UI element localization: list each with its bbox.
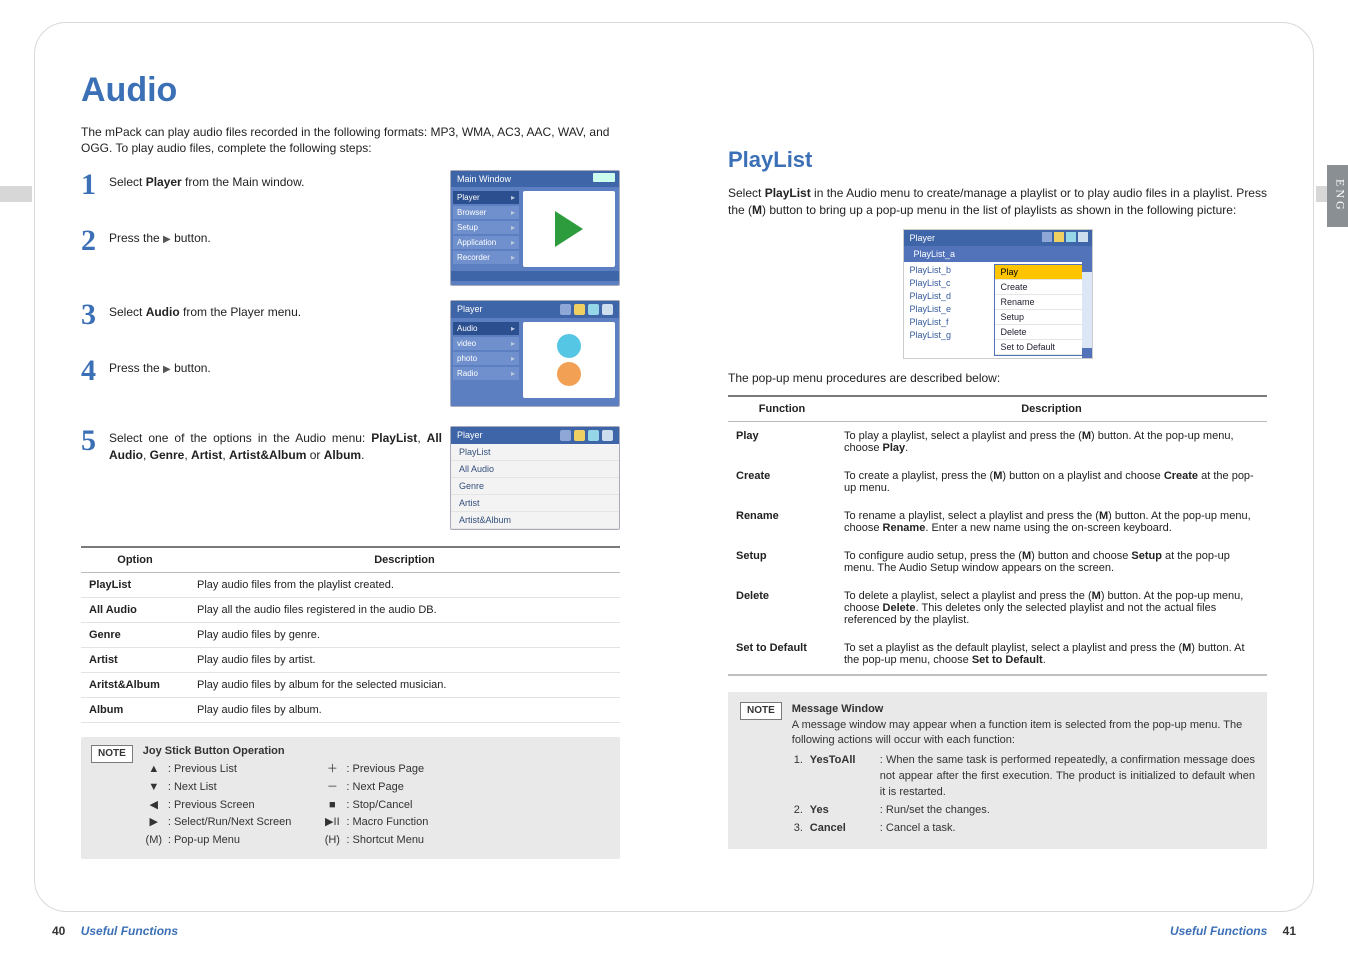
battery-icon [593, 173, 615, 182]
player-icon [523, 191, 615, 267]
col-description: Description [189, 547, 620, 573]
message-window-note: NOTE Message Window A message window may… [728, 692, 1267, 850]
msg-heading: Message Window [792, 702, 1255, 718]
note-tag: NOTE [91, 745, 133, 763]
step-5: 5 Select one of the options in the Audio… [81, 426, 450, 478]
step-number: 4 [81, 356, 107, 386]
options-table: Option Description PlayListPlay audio fi… [81, 546, 620, 723]
col-option: Option [81, 547, 189, 573]
section-name: Useful Functions [81, 924, 178, 938]
mini-title: Player [910, 233, 936, 243]
table-row: PlayListPlay audio files from the playli… [81, 573, 620, 598]
joystick-left-column: ▲ : Previous List▼ : Next List◀ : Previo… [143, 761, 292, 849]
scrollbar [1082, 262, 1092, 358]
step-2: 2 Press the ▶ button. [81, 226, 450, 278]
function-table: Function Description PlayTo play a playl… [728, 395, 1267, 676]
joystick-note: NOTE Joy Stick Button Operation ▲ : Prev… [81, 737, 620, 859]
joystick-right-column: ＋ : Previous Page－ : Next Page■ : Stop/C… [321, 761, 428, 849]
audio-icon [523, 322, 615, 398]
section-name: Useful Functions [1170, 924, 1267, 938]
step-text: Select Audio from the Player menu. [107, 300, 450, 321]
table-row: Aritst&AlbumPlay audio files by album fo… [81, 673, 620, 698]
main-window-screenshot: Main Window Player▸ Browser▸ Setup▸ Appl… [450, 170, 620, 286]
table-row: ArtistPlay audio files by artist. [81, 648, 620, 673]
player-menu-screenshot: Player Audio▸ video▸ photo▸ Radio▸ [450, 300, 620, 407]
step-number: 1 [81, 170, 107, 200]
left-page: Audio The mPack can play audio files rec… [35, 23, 674, 911]
menu-list: Player▸ Browser▸ Setup▸ Application▸ Rec… [451, 187, 519, 271]
binding-stripe-left [0, 186, 32, 202]
context-popup: PlayCreateRenameSetupDeleteSet to Defaul… [994, 264, 1084, 356]
step-text: Press the ▶ button. [107, 226, 450, 247]
language-tab: ENG [1327, 165, 1348, 227]
step-text: Press the ▶ button. [107, 356, 450, 377]
playlist-intro: Select PlayList in the Audio menu to cre… [728, 185, 1267, 219]
step-number: 3 [81, 300, 107, 330]
step-1: 1 Select Player from the Main window. [81, 170, 450, 222]
step-number: 2 [81, 226, 107, 256]
table-row: RenameTo rename a playlist, select a pla… [728, 502, 1267, 542]
right-page: PlayList Select PlayList in the Audio me… [674, 23, 1313, 911]
table-row: DeleteTo delete a playlist, select a pla… [728, 582, 1267, 634]
menu-list: Audio▸ video▸ photo▸ Radio▸ [451, 318, 519, 402]
table-row: PlayTo play a playlist, select a playlis… [728, 421, 1267, 462]
page-spread: ENG Audio The mPack can play audio files… [0, 0, 1348, 954]
mini-title: Player [457, 304, 557, 315]
note-tag: NOTE [740, 702, 782, 720]
note-heading: Joy Stick Button Operation [143, 745, 610, 757]
playlist-screenshot: Player PlayList_a PlayList_bPlayList_cPl… [903, 229, 1093, 359]
footer-left: 40 Useful Functions [52, 924, 178, 938]
step-number: 5 [81, 426, 107, 456]
table-row: CreateTo create a playlist, press the (M… [728, 462, 1267, 502]
footer-right: Useful Functions 41 [1170, 924, 1296, 938]
playlist-header: PlayList_a [904, 246, 1092, 262]
audio-options-screenshot: Player PlayList All Audio Genre Artist A… [450, 426, 620, 530]
scroll-down-icon [1082, 348, 1092, 358]
step-4: 4 Press the ▶ button. [81, 356, 450, 408]
step-text: Select one of the options in the Audio m… [107, 426, 450, 464]
playlist-items: PlayList_bPlayList_cPlayList_dPlayList_e… [904, 262, 990, 358]
table-row: All AudioPlay all the audio files regist… [81, 598, 620, 623]
mini-title: Player [457, 430, 557, 441]
table-row: AlbumPlay audio files by album. [81, 698, 620, 723]
msg-intro: A message window may appear when a funct… [792, 718, 1255, 750]
popup-description: The pop-up menu procedures are described… [728, 371, 1267, 385]
scroll-up-icon [1082, 262, 1092, 272]
page-number: 41 [1283, 924, 1296, 938]
step-3: 3 Select Audio from the Player menu. [81, 300, 450, 352]
message-options: 1.YesToAll: When the same task is perfor… [792, 753, 1255, 837]
step-text: Select Player from the Main window. [107, 170, 450, 191]
table-row: GenrePlay audio files by genre. [81, 623, 620, 648]
table-row: SetupTo configure audio setup, press the… [728, 542, 1267, 582]
table-row: Set to DefaultTo set a playlist as the d… [728, 634, 1267, 675]
menu-list: PlayList All Audio Genre Artist Artist&A… [451, 444, 619, 529]
page-title: Audio [81, 71, 620, 110]
mini-title: Main Window [457, 174, 511, 184]
section-title: PlayList [728, 147, 1267, 173]
audio-intro: The mPack can play audio files recorded … [81, 124, 620, 156]
col-description: Description [836, 396, 1267, 422]
col-function: Function [728, 396, 836, 422]
page-number: 40 [52, 924, 65, 938]
